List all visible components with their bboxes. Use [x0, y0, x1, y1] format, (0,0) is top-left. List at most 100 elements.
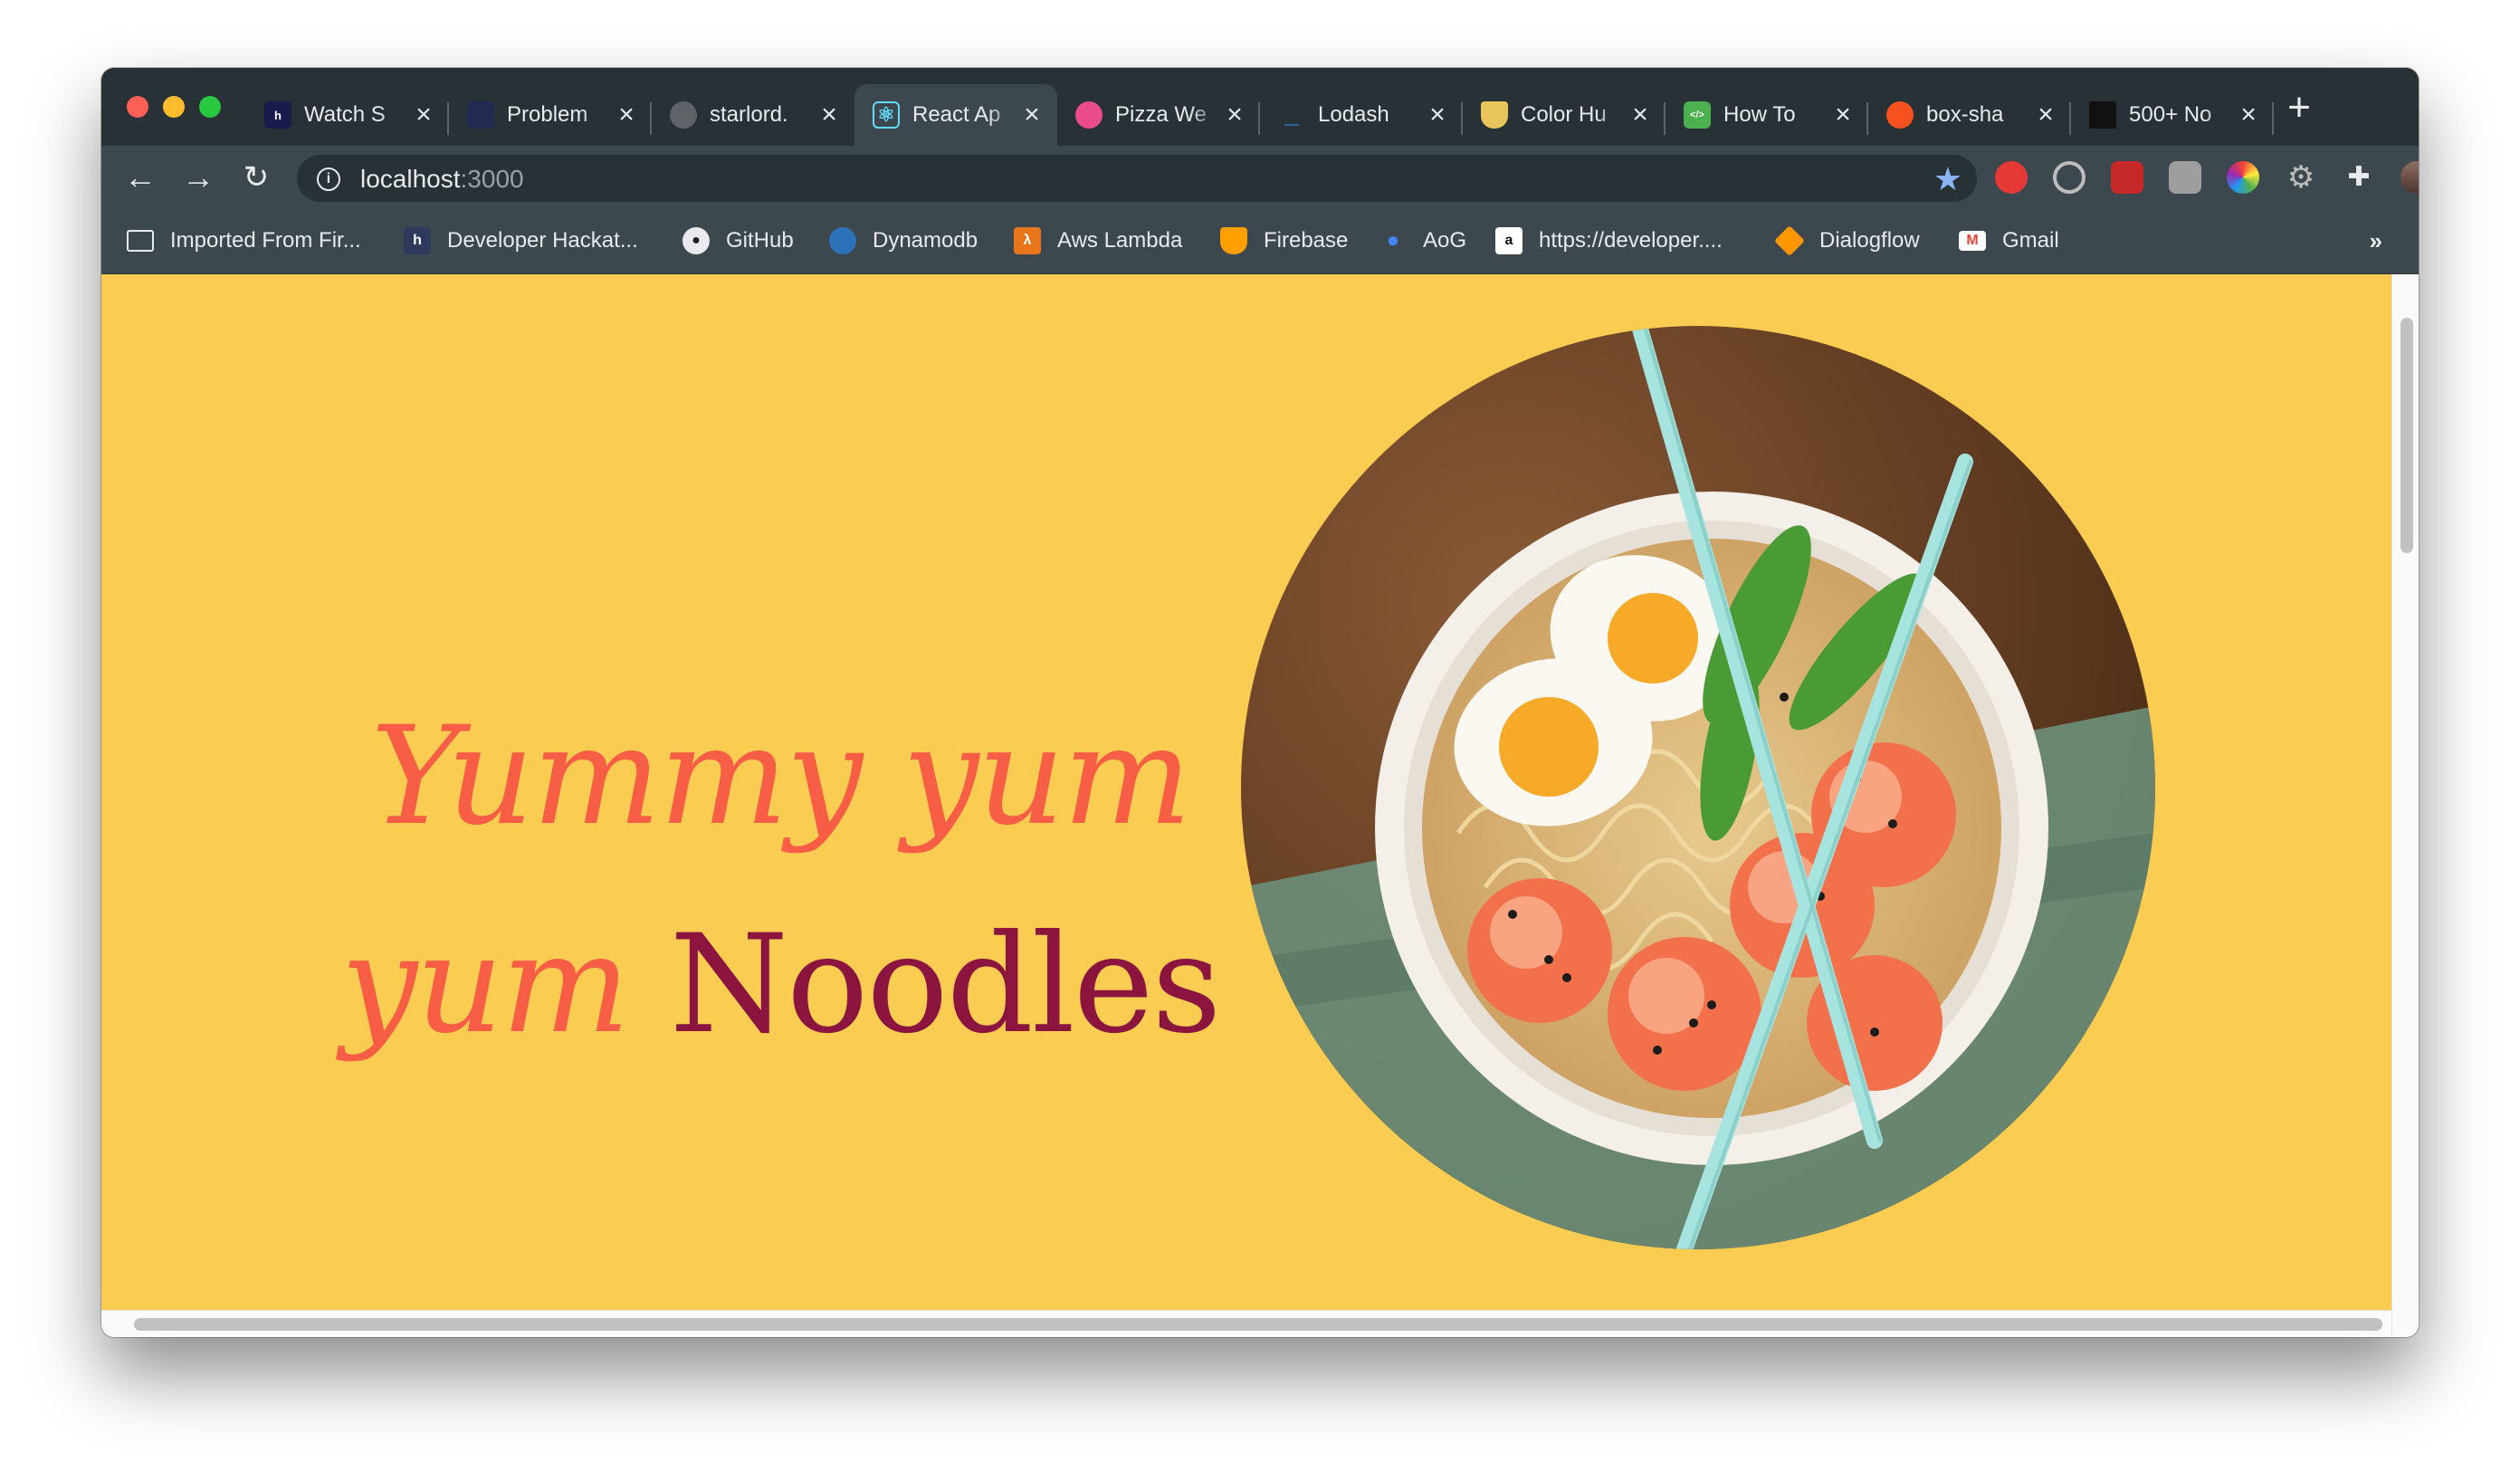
howto-icon: </> — [1684, 101, 1711, 129]
github-icon: ● — [682, 227, 710, 254]
close-icon[interactable]: × — [816, 100, 842, 129]
vertical-scrollbar[interactable] — [2391, 274, 2419, 1337]
bookmark-label: Aws Lambda — [1057, 228, 1183, 253]
tab-react-app[interactable]: ⚛ React Ap × — [854, 84, 1057, 146]
firebase-icon — [1220, 227, 1247, 254]
browser-window: h Watch S × Problem × starlord. × ⚛ Reac… — [101, 68, 2419, 1337]
tab-color-hunt[interactable]: Color Hu × — [1463, 84, 1666, 146]
tab-title: Problem — [507, 102, 588, 127]
browser-toolbar: ← → ↻ i localhost:3000 ★ ⚙ ✚ — [101, 146, 2419, 209]
minimize-window-button[interactable] — [163, 96, 185, 118]
tab-box-shadow[interactable]: box-sha × — [1868, 84, 2071, 146]
tab-unsplash[interactable]: 500+ No × — [2071, 84, 2274, 146]
bookmarks-bar: Imported From Fir... h Developer Hackat.… — [101, 209, 2419, 274]
tab-watch[interactable]: h Watch S × — [246, 84, 449, 146]
extension-gear-icon[interactable]: ⚙ — [2285, 161, 2317, 194]
bookmark-aws-lambda[interactable]: λ Aws Lambda — [1014, 225, 1182, 256]
extension-bug-icon[interactable] — [2111, 161, 2143, 194]
maximize-window-button[interactable] — [199, 96, 221, 118]
bookmark-label: Dynamodb — [873, 228, 978, 253]
gmail-icon: M — [1959, 231, 1986, 251]
close-icon[interactable]: × — [1830, 100, 1856, 129]
globe-icon — [670, 101, 697, 129]
bookmark-label: Imported From Fir... — [170, 228, 361, 253]
tab-title: Pizza We — [1115, 102, 1207, 127]
hotstar-icon: h — [264, 101, 291, 129]
extension-adblock-icon[interactable] — [1995, 161, 2028, 194]
page-content: Yummy yum yum Noodles — [101, 274, 2419, 1337]
close-icon[interactable]: × — [1222, 100, 1247, 129]
bookmark-gmail[interactable]: M Gmail — [1959, 225, 2059, 256]
bookmark-github[interactable]: ● GitHub — [682, 225, 794, 256]
bookmark-label: GitHub — [726, 228, 794, 253]
tab-title: How To — [1723, 102, 1796, 127]
tab-title: box-sha — [1926, 102, 2004, 127]
hackathon-icon: h — [404, 227, 431, 254]
tab-title: Lodash — [1318, 102, 1389, 127]
tab-lodash[interactable]: _ Lodash × — [1260, 84, 1463, 146]
tab-list: h Watch S × Problem × starlord. × ⚛ Reac… — [246, 84, 2274, 146]
tab-strip: h Watch S × Problem × starlord. × ⚛ Reac… — [101, 68, 2419, 146]
headline-part-3: Noodles — [669, 906, 1222, 1064]
close-icon[interactable]: × — [2033, 100, 2058, 129]
boxshadow-icon — [1886, 101, 1914, 129]
more-bookmarks-button[interactable]: » — [2370, 227, 2382, 255]
bookmark-label: https://developer.... — [1539, 228, 1723, 253]
bookmark-label: Gmail — [2002, 228, 2059, 253]
tab-title: Watch S — [304, 102, 386, 127]
close-icon[interactable]: × — [1019, 100, 1045, 129]
lodash-icon: _ — [1284, 100, 1299, 128]
forward-arrow-icon[interactable]: → — [179, 158, 217, 196]
close-icon[interactable]: × — [1628, 100, 1653, 129]
bookmark-aog[interactable]: ● AoG — [1379, 225, 1466, 256]
extensions-puzzle-icon[interactable]: ✚ — [2343, 161, 2375, 194]
tab-title: React Ap — [912, 102, 1001, 127]
dribbble-icon — [1075, 101, 1102, 129]
bookmark-amazon-developer[interactable]: a https://developer.... — [1495, 225, 1723, 256]
problem-icon — [467, 101, 494, 129]
info-icon[interactable]: i — [317, 167, 340, 191]
bookmark-label: Developer Hackat... — [447, 228, 638, 253]
close-icon[interactable]: × — [614, 100, 639, 129]
close-icon[interactable]: × — [2236, 100, 2261, 129]
assistant-icon: ● — [1386, 228, 1400, 253]
tab-how-to[interactable]: </> How To × — [1666, 84, 1868, 146]
react-icon: ⚛ — [873, 101, 900, 129]
bookmark-label: Dialogflow — [1819, 228, 1920, 253]
bookmark-dynamodb[interactable]: Dynamodb — [829, 225, 978, 256]
horizontal-scrollbar-thumb[interactable] — [134, 1318, 2382, 1331]
bookmark-imported[interactable]: Imported From Fir... — [127, 225, 361, 256]
extension-page-icon[interactable] — [2169, 161, 2201, 194]
close-window-button[interactable] — [127, 96, 148, 118]
reload-icon[interactable]: ↻ — [237, 158, 275, 196]
tab-title: starlord. — [710, 102, 788, 127]
new-tab-button[interactable]: + — [2283, 88, 2315, 128]
dialogflow-icon — [1774, 225, 1805, 256]
folder-icon — [127, 230, 154, 252]
bookmark-developer-hackathon[interactable]: h Developer Hackat... — [404, 225, 638, 256]
bookmark-label: AoG — [1423, 228, 1467, 253]
extension-target-icon[interactable] — [2053, 161, 2086, 194]
bookmark-firebase[interactable]: Firebase — [1220, 225, 1348, 256]
address-bar[interactable]: i localhost:3000 ★ — [297, 155, 1977, 202]
hero-headline: Yummy yum yum Noodles — [337, 673, 1224, 1089]
tab-title: Color Hu — [1521, 102, 1607, 127]
tab-problem[interactable]: Problem × — [449, 84, 652, 146]
noodle-bowl-image — [1241, 326, 2155, 1249]
url-text[interactable]: localhost:3000 — [360, 165, 524, 194]
extension-color-picker-icon[interactable] — [2227, 161, 2259, 194]
unsplash-icon — [2089, 101, 2116, 129]
close-icon[interactable]: × — [1425, 100, 1450, 129]
avatar[interactable] — [2401, 161, 2419, 194]
horizontal-scrollbar[interactable] — [101, 1310, 2391, 1337]
tab-title: 500+ No — [2129, 102, 2212, 127]
tab-starlord[interactable]: starlord. × — [652, 84, 854, 146]
vertical-scrollbar-thumb[interactable] — [2401, 318, 2413, 553]
bookmark-dialogflow[interactable]: Dialogflow — [1774, 225, 1920, 256]
bookmark-star-icon[interactable]: ★ — [1933, 160, 1962, 198]
close-icon[interactable]: × — [411, 100, 436, 129]
tab-pizza[interactable]: Pizza We × — [1057, 84, 1260, 146]
headline-part-2: yum — [340, 906, 631, 1064]
bookmark-label: Firebase — [1264, 228, 1349, 253]
back-arrow-icon[interactable]: ← — [121, 158, 159, 196]
